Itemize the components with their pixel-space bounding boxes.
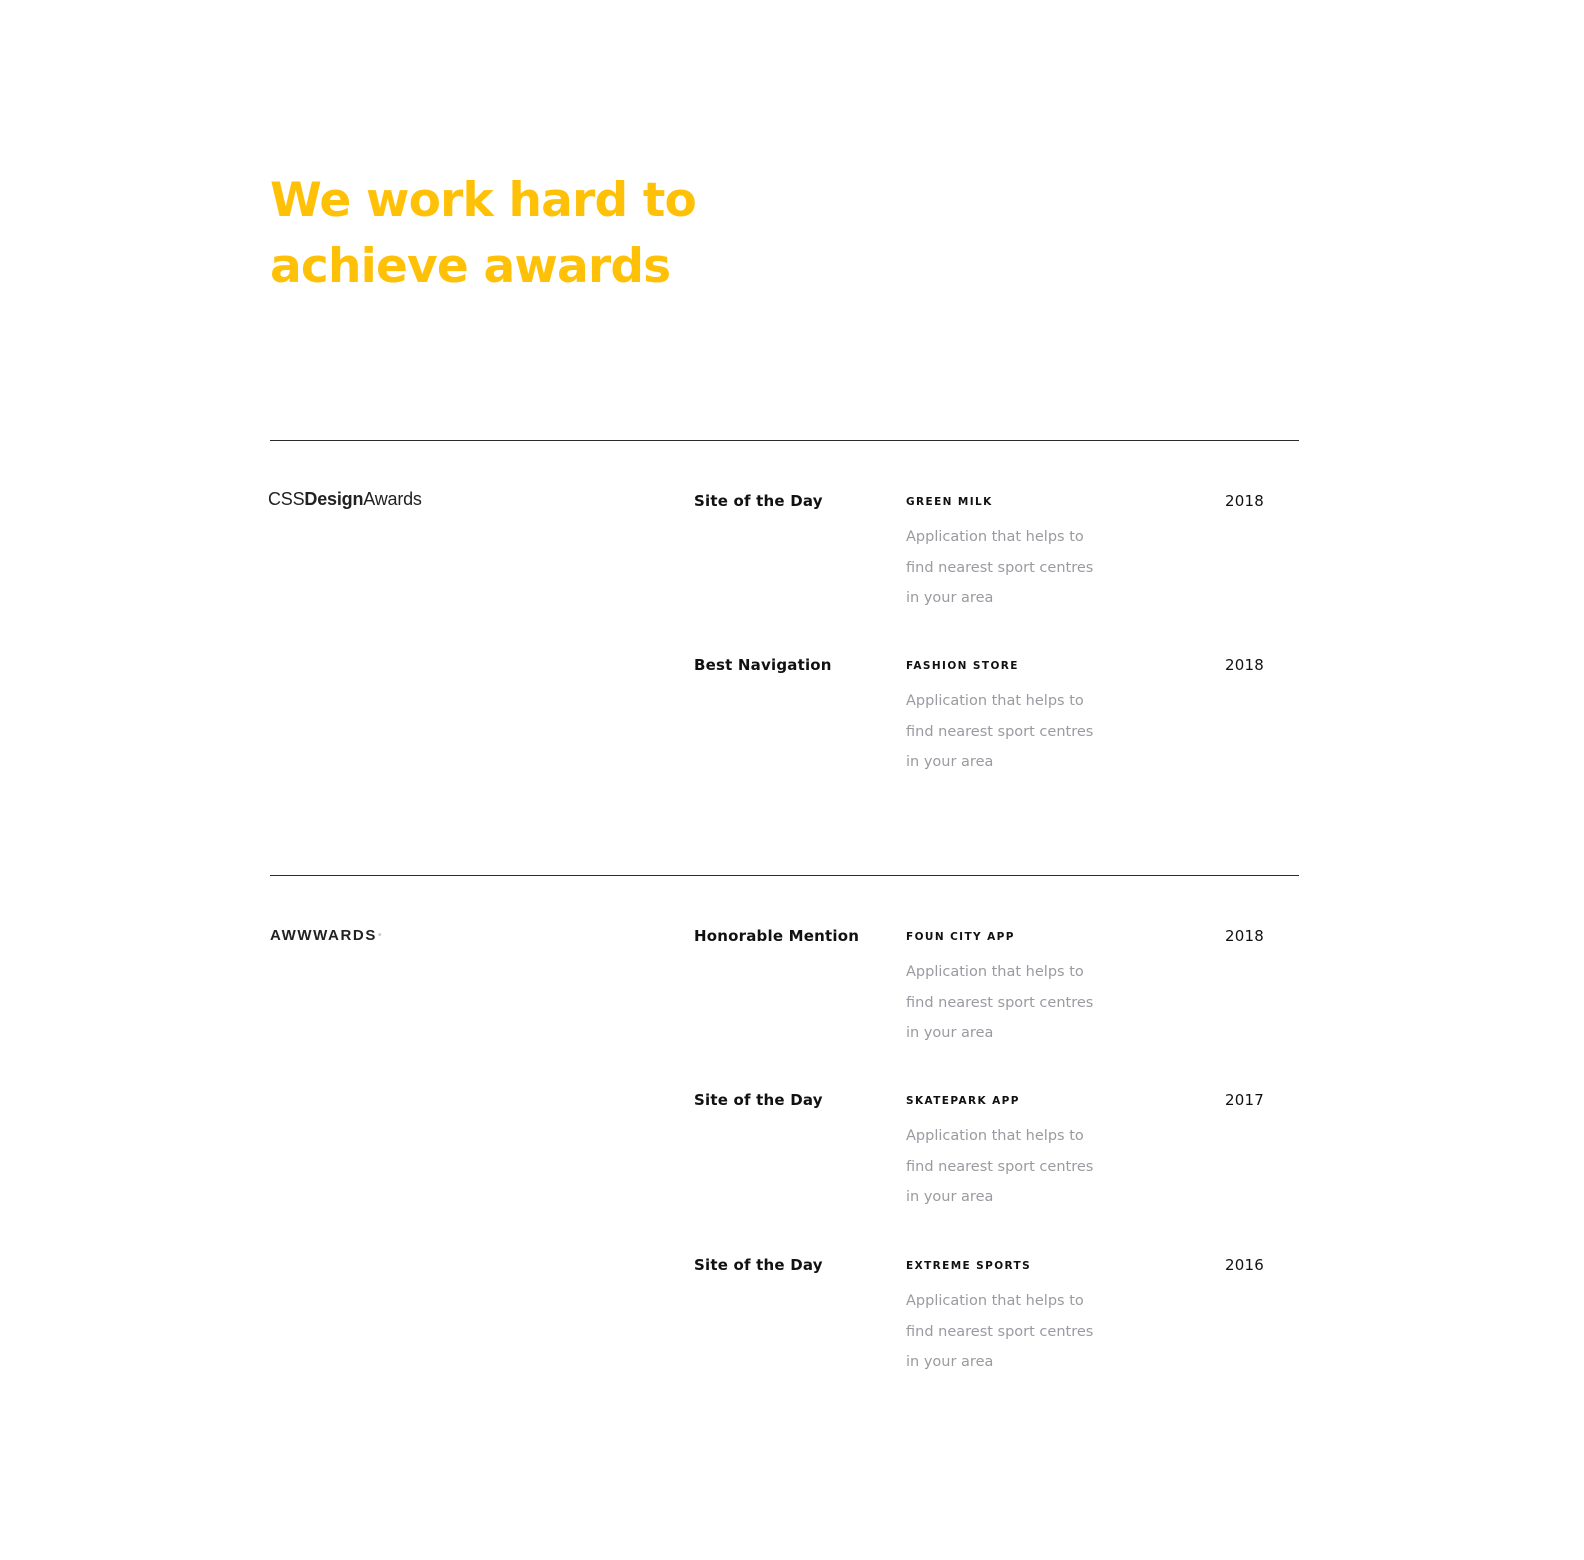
award-year: 2018 <box>1225 656 1264 674</box>
description-line: in your area <box>906 754 994 770</box>
description-line: Application that helps to <box>906 693 1084 709</box>
project-name[interactable]: SKATEPARK APP <box>906 1095 1020 1107</box>
project-description: Application that helps to find nearest s… <box>906 1286 1116 1378</box>
description-line: find nearest sport centres <box>906 1323 1094 1340</box>
description-line: Application that helps to <box>906 529 1084 545</box>
award-entry: Honorable Mention FOUN CITY APP Applicat… <box>270 927 1299 1077</box>
award-year: 2018 <box>1225 492 1264 510</box>
awards-section-cssdesignawards: CSSDesignAwards Site of the Day GREEN MI… <box>268 440 1299 770</box>
description-line: find nearest sport centres <box>906 559 1094 576</box>
award-year: 2017 <box>1225 1091 1264 1109</box>
project-description: Application that helps to find nearest s… <box>906 686 1116 778</box>
award-entry: Site of the Day SKATEPARK APP Applicatio… <box>270 1091 1299 1241</box>
description-line: Application that helps to <box>906 964 1084 980</box>
section-divider <box>270 440 1299 441</box>
awards-page: We work hard to achieve awards CSSDesign… <box>0 0 1584 1560</box>
project-name[interactable]: GREEN MILK <box>906 496 993 508</box>
headline-line-1: We work hard to <box>270 173 697 228</box>
description-line: Application that helps to <box>906 1293 1084 1309</box>
award-entry: Site of the Day GREEN MILK Application t… <box>270 492 1299 642</box>
description-line: in your area <box>906 1189 994 1205</box>
project-name[interactable]: EXTREME SPORTS <box>906 1260 1031 1272</box>
project-name[interactable]: FOUN CITY APP <box>906 931 1015 943</box>
award-year: 2018 <box>1225 927 1264 945</box>
award-title: Site of the Day <box>694 1091 823 1109</box>
award-entry: Site of the Day EXTREME SPORTS Applicati… <box>270 1256 1299 1406</box>
award-title: Best Navigation <box>694 656 832 674</box>
description-line: in your area <box>906 1354 994 1370</box>
section-divider <box>270 875 1299 876</box>
awards-section-awwwards: AWWWARDS• Honorable Mention FOUN CITY AP… <box>270 875 1299 1370</box>
project-description: Application that helps to find nearest s… <box>906 957 1116 1049</box>
description-line: find nearest sport centres <box>906 723 1094 740</box>
project-description: Application that helps to find nearest s… <box>906 1121 1116 1213</box>
award-title: Site of the Day <box>694 492 823 510</box>
award-year: 2016 <box>1225 1256 1264 1274</box>
description-line: in your area <box>906 590 994 606</box>
headline-line-2: achieve awards <box>270 239 671 294</box>
description-line: Application that helps to <box>906 1128 1084 1144</box>
description-line: find nearest sport centres <box>906 1158 1094 1175</box>
award-title: Honorable Mention <box>694 927 860 945</box>
description-line: in your area <box>906 1025 994 1041</box>
award-entry: Best Navigation FASHION STORE Applicatio… <box>270 656 1299 806</box>
project-name[interactable]: FASHION STORE <box>906 660 1019 672</box>
page-headline: We work hard to achieve awards <box>270 168 790 300</box>
project-description: Application that helps to find nearest s… <box>906 522 1116 614</box>
award-title: Site of the Day <box>694 1256 823 1274</box>
description-line: find nearest sport centres <box>906 994 1094 1011</box>
